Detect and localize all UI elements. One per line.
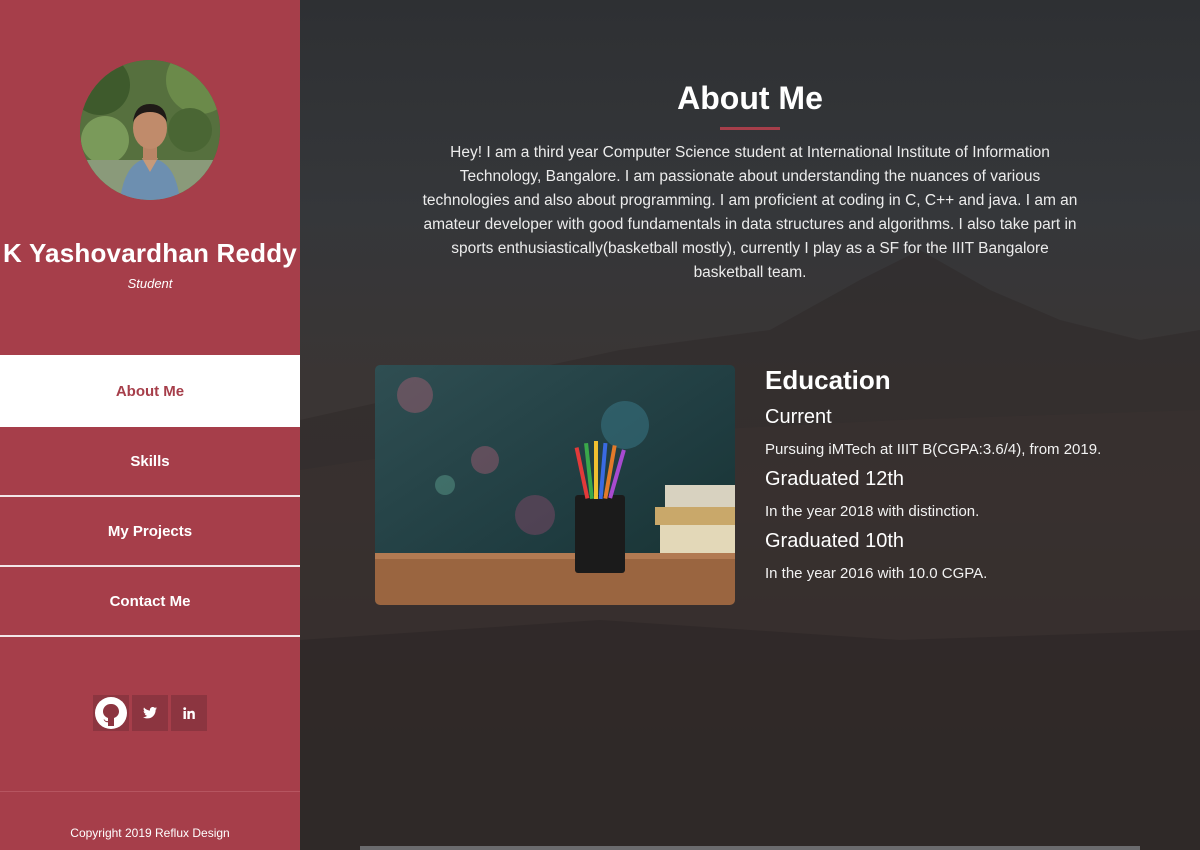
nav-item-contact-me[interactable]: Contact Me xyxy=(0,567,300,637)
profile-name: K Yashovardhan Reddy xyxy=(3,238,297,268)
nav-item-my-projects[interactable]: My Projects xyxy=(0,497,300,567)
profile-role: Student xyxy=(127,276,173,291)
pencils-books-image xyxy=(375,365,735,605)
copyright-text: Copyright 2019 Reflux Design xyxy=(70,826,230,840)
twitter-link[interactable] xyxy=(132,695,168,731)
education-entry-detail: In the year 2018 with distinction. xyxy=(765,503,980,520)
avatar xyxy=(80,60,220,200)
title-underline xyxy=(720,127,780,130)
education-entry-detail: Pursuing iMTech at IIIT B(CGPA:3.6/4), f… xyxy=(765,441,1102,458)
github-link[interactable] xyxy=(93,695,129,731)
education-entry-detail: In the year 2016 with 10.0 CGPA. xyxy=(765,565,988,582)
intro-paragraph: Hey! I am a third year Computer Science … xyxy=(422,144,1078,281)
education-entry-title: Current xyxy=(765,406,832,428)
github-icon xyxy=(95,697,127,729)
linkedin-icon xyxy=(183,707,195,719)
social-links xyxy=(0,695,300,731)
main-content: About Me Hey! I am a third year Computer… xyxy=(300,0,1200,850)
footer-divider xyxy=(0,791,300,792)
sidebar-nav: About Me Skills My Projects Contact Me xyxy=(0,355,300,637)
linkedin-link[interactable] xyxy=(171,695,207,731)
education-entry-title: Graduated 10th xyxy=(765,530,904,552)
twitter-icon xyxy=(143,707,157,719)
nav-item-skills[interactable]: Skills xyxy=(0,427,300,497)
profile-photo xyxy=(80,60,220,200)
nav-item-about-me[interactable]: About Me xyxy=(0,355,300,427)
sidebar: K Yashovardhan Reddy Student About Me Sk… xyxy=(0,0,300,850)
education-entry-title: Graduated 12th xyxy=(765,468,904,490)
education-heading: Education xyxy=(765,365,891,395)
bottom-scroll-bar xyxy=(360,846,1140,850)
education-image xyxy=(375,365,735,605)
education-section: Education Current Pursuing iMTech at III… xyxy=(765,365,1185,582)
page-title: About Me xyxy=(677,80,823,116)
